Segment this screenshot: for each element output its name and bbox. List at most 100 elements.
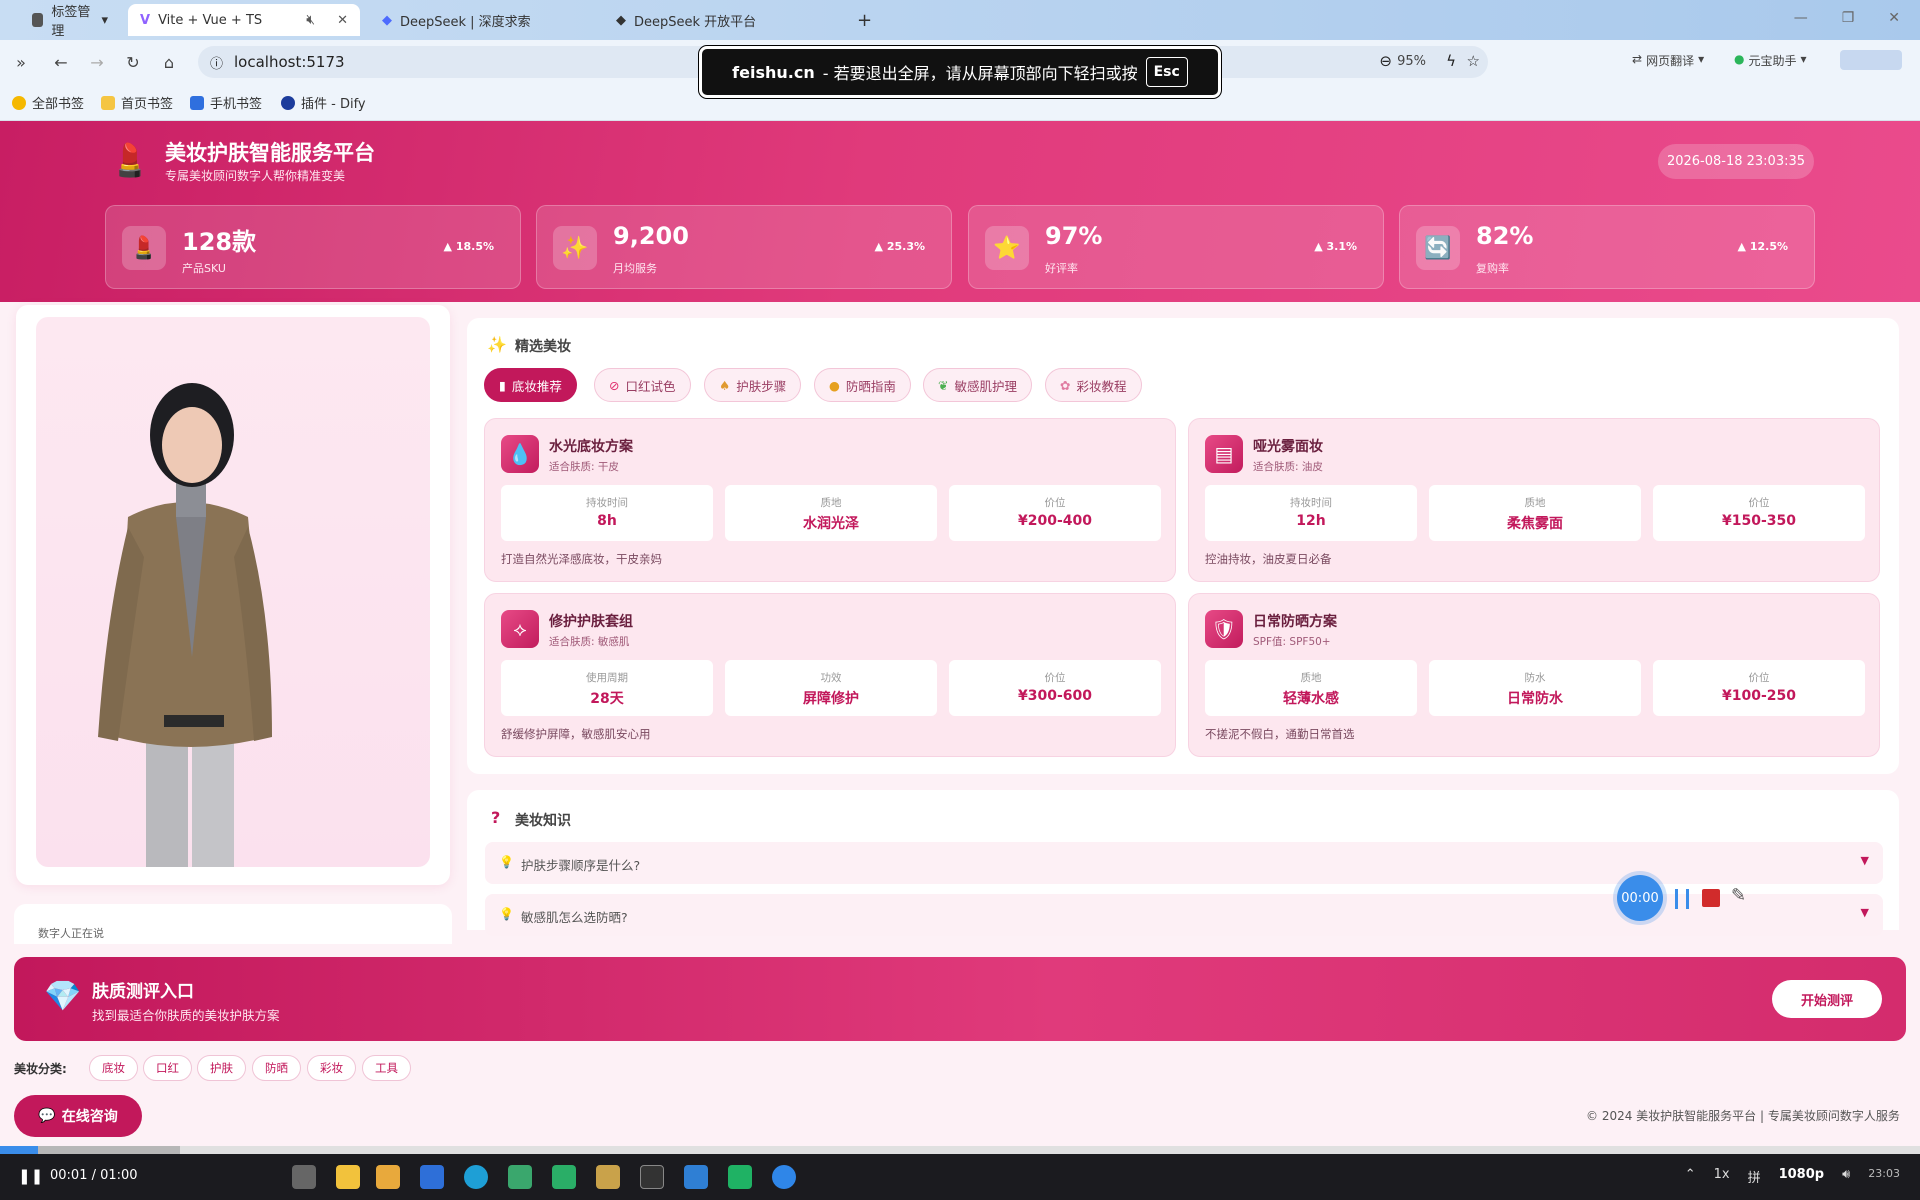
forward-icon[interactable]: → xyxy=(84,49,110,75)
new-tab-button[interactable]: + xyxy=(845,4,884,36)
chevron-down-icon: ▾ xyxy=(1698,52,1705,66)
chevron-down-icon: ▾ xyxy=(101,12,108,28)
tab-label: 标签管理 xyxy=(51,5,91,39)
reload-icon[interactable]: ↻ xyxy=(120,49,146,75)
category-chip[interactable]: 口红 xyxy=(143,1055,192,1081)
url-text: localhost:5173 xyxy=(234,53,345,71)
zoom-out-icon[interactable]: ⊖ xyxy=(1379,52,1392,70)
online-consult-button[interactable]: 💬 在线咨询 xyxy=(14,1095,142,1137)
stat-card: 🔄 82% 复购率 ▲ 12.5% xyxy=(1399,205,1815,289)
metric-box: 价位 ¥200-400 xyxy=(949,485,1161,541)
metric-value: ¥150-350 xyxy=(1722,513,1796,529)
close-window-icon[interactable]: ✕ xyxy=(1888,10,1900,26)
file-explorer-icon[interactable] xyxy=(336,1165,360,1189)
tab-label: DeepSeek 开放平台 xyxy=(634,14,757,30)
bookmark-mobile[interactable]: 手机书签 xyxy=(190,93,262,112)
product-skin-type: SPF值: SPF50+ xyxy=(1253,636,1331,648)
section-title: 美妆知识 xyxy=(515,813,571,829)
tab-skincare[interactable]: ♠ 护肤步骤 xyxy=(704,368,802,402)
faq-question: 护肤步骤顺序是什么? xyxy=(521,858,641,873)
banner-subtitle: 找到最适合你肤质的美妆护肤方案 xyxy=(92,1008,280,1023)
digital-human-avatar xyxy=(98,383,272,867)
stat-label: 好评率 xyxy=(1045,262,1078,275)
pause-icon[interactable] xyxy=(1675,889,1689,909)
video-progress-bar[interactable] xyxy=(0,1146,1920,1154)
stat-value: 82% xyxy=(1476,222,1534,250)
product-card[interactable]: ▤ 哑光雾面妆 适合肤质: 油皮 持妆时间 12h 质地 柔焦雾面 价位 ¥150-3… xyxy=(1188,418,1880,582)
metric-value: 8h xyxy=(597,513,617,529)
metric-label: 质地 xyxy=(820,497,842,509)
deepseek-icon: ◆ xyxy=(382,12,392,28)
tab-sensitive[interactable]: ❦ 敏感肌护理 xyxy=(923,368,1032,402)
category-chip[interactable]: 工具 xyxy=(362,1055,411,1081)
extension-badge[interactable] xyxy=(1840,50,1902,70)
minimize-icon[interactable]: — xyxy=(1794,10,1808,26)
vscode-icon[interactable] xyxy=(684,1165,708,1189)
product-card[interactable]: ⟡ 修护护肤套组 适合肤质: 敏感肌 使用周期 28天 功效 屏障修护 价位 ¥300… xyxy=(484,593,1176,757)
edge-icon[interactable] xyxy=(464,1165,488,1189)
metric-box: 价位 ¥300-600 xyxy=(949,660,1161,716)
translate-button[interactable]: ⇄ 网页翻译 ▾ xyxy=(1632,52,1704,69)
bookmark-home[interactable]: 首页书签 xyxy=(101,93,173,112)
tab-deepseek-platform[interactable]: ◆ DeepSeek 开放平台 xyxy=(604,4,836,36)
app-icon[interactable] xyxy=(508,1165,532,1189)
mail-icon[interactable] xyxy=(420,1165,444,1189)
zoom-level[interactable]: 95% xyxy=(1397,54,1426,69)
chevron-down-icon: ▼ xyxy=(1860,854,1869,867)
mute-icon[interactable]: 🔇︎ xyxy=(306,12,315,28)
assistant-button[interactable]: ● 元宝助手 ▾ xyxy=(1734,52,1807,69)
tab-vite-vue[interactable]: V Vite + Vue + TS 🔇︎ ✕ xyxy=(128,4,360,36)
browser-icon[interactable] xyxy=(772,1165,796,1189)
category-chip[interactable]: 护肤 xyxy=(197,1055,246,1081)
tab-label: 口红试色 xyxy=(625,378,676,394)
product-name: 日常防晒方案 xyxy=(1253,614,1337,630)
quality-label[interactable]: 1080p xyxy=(1779,1167,1825,1186)
star-bookmark-icon[interactable]: ☆ xyxy=(1467,52,1480,70)
close-icon[interactable]: ✕ xyxy=(337,13,348,28)
product-card[interactable]: 💧 水光底妆方案 适合肤质: 干皮 持妆时间 8h 质地 水润光泽 价位 ¥200-4… xyxy=(484,418,1176,582)
task-view-icon[interactable] xyxy=(292,1165,316,1189)
shield-icon: 🛡 xyxy=(1205,610,1243,648)
tab-sunscreen[interactable]: ● 防晒指南 xyxy=(814,368,911,402)
translate-icon: ⇄ xyxy=(1632,52,1643,66)
lightning-icon[interactable]: ϟ xyxy=(1446,52,1456,70)
bookmark-dify[interactable]: 插件 - Dify xyxy=(281,93,366,112)
tab-foundation[interactable]: ▮ 底妆推荐 xyxy=(484,368,577,402)
restore-icon[interactable]: ❐ xyxy=(1842,10,1855,26)
terminal-icon[interactable] xyxy=(640,1165,664,1189)
metric-label: 质地 xyxy=(1524,497,1546,509)
back-icon[interactable]: ← xyxy=(48,49,74,75)
tab-deepseek[interactable]: ◆ DeepSeek | 深度求索 xyxy=(370,4,602,36)
volume-icon[interactable]: 🔊︎ xyxy=(1842,1167,1850,1186)
tab-makeup-tutorial[interactable]: ✿ 彩妆教程 xyxy=(1045,368,1142,402)
chat-app-icon[interactable] xyxy=(728,1165,752,1189)
tab-label: 敏感肌护理 xyxy=(954,378,1017,394)
category-chip[interactable]: 底妆 xyxy=(89,1055,138,1081)
store-icon[interactable] xyxy=(376,1165,400,1189)
recorder-timer[interactable]: 00:00 xyxy=(1617,875,1663,921)
chevron-up-icon[interactable]: ⌃ xyxy=(1685,1167,1696,1186)
folder-icon[interactable] xyxy=(596,1165,620,1189)
category-chip[interactable]: 彩妆 xyxy=(307,1055,356,1081)
wechat-icon[interactable] xyxy=(552,1165,576,1189)
avatar-card xyxy=(16,305,450,885)
tab-lipstick[interactable]: ⊘ 口红试色 xyxy=(594,368,691,402)
digital-human-stage[interactable] xyxy=(36,317,430,867)
clock: 23:03 xyxy=(1868,1167,1900,1180)
tab-group-manager[interactable]: 标签管理 ▾ xyxy=(20,4,120,39)
pen-icon[interactable]: ✎ xyxy=(1731,885,1746,906)
pause-icon[interactable]: ❚❚ xyxy=(18,1167,43,1185)
ime-label[interactable]: 拼 xyxy=(1748,1167,1761,1186)
bookmark-label: 全部书签 xyxy=(32,97,85,112)
metric-label: 质地 xyxy=(1300,672,1322,684)
product-card[interactable]: 🛡 日常防晒方案 SPF值: SPF50+ 质地 轻薄水感 防水 日常防水 价位 ¥1… xyxy=(1188,593,1880,757)
stop-icon[interactable] xyxy=(1702,889,1720,907)
category-chip[interactable]: 防晒 xyxy=(252,1055,301,1081)
home-icon[interactable]: ⌂ xyxy=(156,49,182,75)
sidebar-toggle-icon[interactable]: » xyxy=(8,49,34,75)
speed-label[interactable]: 1x xyxy=(1714,1167,1730,1186)
metric-box: 持妆时间 12h xyxy=(1205,485,1417,541)
bookmark-all[interactable]: 全部书签 xyxy=(12,93,84,112)
metric-box: 质地 水润光泽 xyxy=(725,485,937,541)
start-test-button[interactable]: 开始测评 xyxy=(1772,980,1882,1018)
